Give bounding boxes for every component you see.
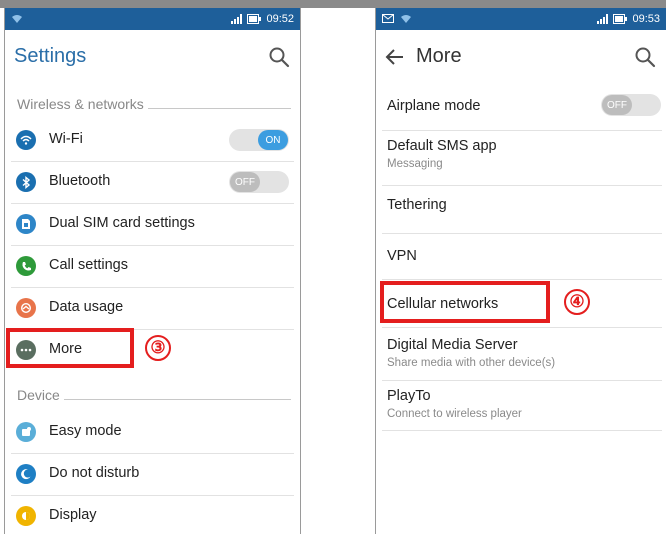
status-bar: 09:52	[5, 8, 300, 30]
top-strip	[0, 0, 666, 8]
do-not-disturb-icon	[16, 464, 36, 484]
list-item-data-usage[interactable]: Data usage	[5, 287, 300, 329]
list-item-do-not-disturb[interactable]: Do not disturb	[5, 453, 300, 495]
clock: 09:52	[266, 13, 294, 25]
highlight-box-cellular-networks	[380, 281, 550, 323]
item-label: Dual SIM card settings	[49, 215, 195, 231]
signal-icon	[231, 14, 243, 24]
search-icon[interactable]	[268, 46, 290, 68]
item-label: Display	[49, 507, 97, 523]
item-label: PlayTo	[387, 388, 431, 404]
search-icon[interactable]	[634, 46, 656, 68]
divider	[382, 430, 662, 431]
list-item-playto[interactable]: PlayTo Connect to wireless player	[376, 380, 666, 430]
item-label: Data usage	[49, 299, 124, 315]
item-label: Do not disturb	[49, 465, 140, 481]
section-label: Wireless & networks	[17, 96, 144, 112]
item-sublabel: Share media with other device(s)	[387, 357, 556, 369]
app-bar: Settings	[5, 30, 300, 84]
list-item-bluetooth[interactable]: Bluetooth OFF	[5, 161, 300, 203]
wifi-status-icon	[401, 15, 411, 23]
bluetooth-icon	[16, 172, 36, 192]
easy-mode-icon	[16, 422, 36, 442]
list-item-vpn[interactable]: VPN	[376, 233, 666, 279]
toggle-state: OFF	[230, 172, 260, 192]
wifi-icon	[16, 130, 36, 150]
list-item-easy-mode[interactable]: Easy mode	[5, 411, 300, 453]
settings-screen: 09:52 Settings Wireless & networks Wi-Fi…	[4, 8, 301, 534]
item-label: Tethering	[387, 197, 447, 213]
list-item-tethering[interactable]: Tethering	[376, 185, 666, 233]
item-label: VPN	[387, 248, 417, 264]
battery-icon	[247, 14, 262, 24]
more-screen: 09:53 More Airplane mode OFF Default SMS…	[375, 8, 666, 534]
sim-card-icon	[16, 214, 36, 234]
clock: 09:53	[632, 13, 660, 25]
wifi-status-icon	[12, 15, 22, 23]
page-title: More	[416, 45, 462, 67]
page-title: Settings	[14, 45, 87, 67]
section-header-device: Device	[17, 387, 291, 403]
section-label: Device	[17, 387, 60, 403]
toggle-state: OFF	[602, 95, 632, 115]
list-item-dual-sim[interactable]: Dual SIM card settings	[5, 203, 300, 245]
toggle-state: ON	[258, 130, 288, 150]
signal-icon	[597, 14, 609, 24]
list-item-airplane-mode[interactable]: Airplane mode OFF	[376, 86, 666, 130]
highlight-box-more	[6, 328, 134, 368]
bluetooth-toggle[interactable]: OFF	[229, 171, 289, 193]
list-item-display[interactable]: Display	[5, 495, 300, 534]
airplane-mode-toggle[interactable]: OFF	[601, 94, 661, 116]
app-bar: More	[376, 30, 666, 84]
list-item-digital-media-server[interactable]: Digital Media Server Share media with ot…	[376, 327, 666, 380]
item-label: Call settings	[49, 257, 128, 273]
item-label: Easy mode	[49, 423, 122, 439]
item-sublabel: Connect to wireless player	[387, 408, 522, 420]
step-marker-4: ④	[564, 289, 590, 315]
list-item-default-sms[interactable]: Default SMS app Messaging	[376, 130, 666, 185]
display-icon	[16, 506, 36, 526]
status-bar: 09:53	[376, 8, 666, 30]
section-header-wireless: Wireless & networks	[17, 96, 291, 112]
item-label: Digital Media Server	[387, 337, 518, 353]
back-arrow-icon[interactable]	[384, 46, 406, 68]
item-label: Airplane mode	[387, 98, 481, 114]
item-label: Wi-Fi	[49, 131, 83, 147]
message-status-icon	[382, 14, 394, 23]
data-usage-icon	[16, 298, 36, 318]
wifi-toggle[interactable]: ON	[229, 129, 289, 151]
battery-icon	[613, 14, 628, 24]
phone-icon	[16, 256, 36, 276]
item-sublabel: Messaging	[387, 158, 443, 170]
list-item-call-settings[interactable]: Call settings	[5, 245, 300, 287]
item-label: Default SMS app	[387, 138, 497, 154]
item-label: Bluetooth	[49, 173, 111, 189]
list-item-wifi[interactable]: Wi-Fi ON	[5, 119, 300, 161]
step-marker-3: ③	[145, 335, 171, 361]
